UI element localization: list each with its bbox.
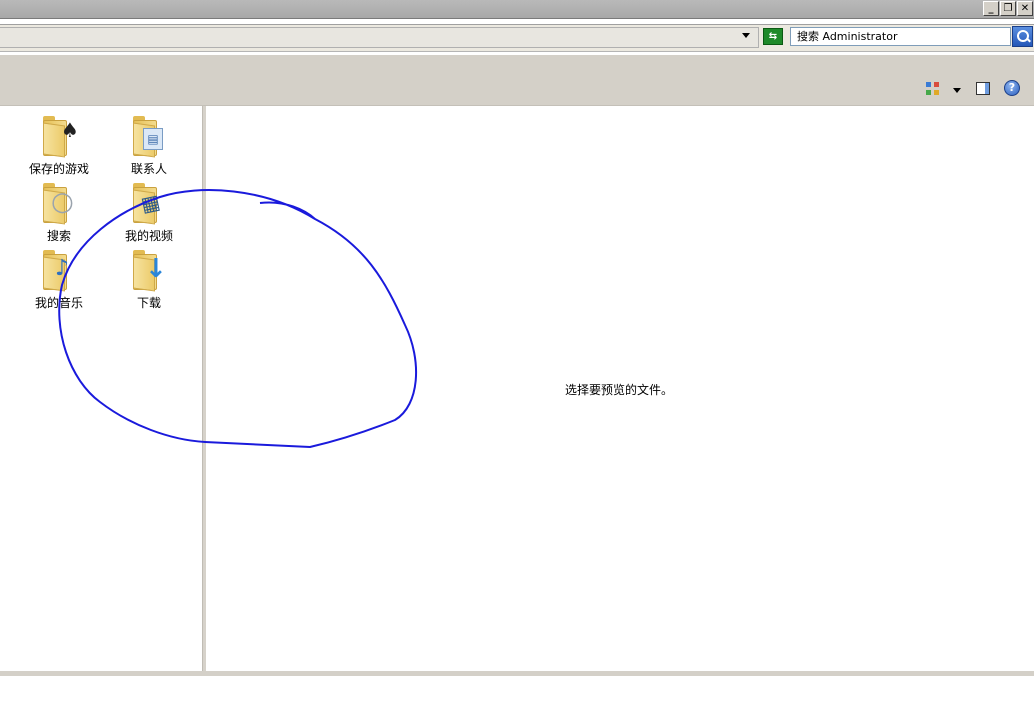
title-bar: _ ❐ ✕ bbox=[0, 0, 1034, 19]
magnifier-glass-icon: ○ bbox=[51, 187, 74, 217]
command-toolbar: ? bbox=[0, 55, 1034, 106]
music-icon: ♪ bbox=[41, 248, 75, 292]
music-note-icon: ♪ bbox=[55, 256, 70, 281]
window-controls: _ ❐ ✕ bbox=[983, 0, 1034, 17]
saved-games-icon: ♠ bbox=[41, 114, 79, 158]
folder-saved-games[interactable]: ♠ 保存的游戏 bbox=[19, 114, 99, 180]
refresh-button[interactable]: ⇆ bbox=[763, 28, 783, 45]
preview-pane: 选择要预览的文件。 bbox=[206, 106, 1034, 671]
folder-label: 我的视频 bbox=[124, 229, 173, 243]
contacts-icon: ▤ bbox=[131, 114, 165, 158]
file-list-pane: ♠ 保存的游戏 ▤ 联系人 ○ 搜索 ▦ 我的视频 ♪ 我的音乐 ↓ 下载 bbox=[0, 106, 202, 671]
folder-label: 搜索 bbox=[46, 229, 71, 243]
videos-icon: ▦ bbox=[131, 181, 165, 225]
folder-label: 下载 bbox=[136, 296, 161, 310]
film-strip-icon: ▦ bbox=[138, 189, 163, 217]
preview-message: 选择要预览的文件。 bbox=[565, 383, 674, 397]
folder-searches[interactable]: ○ 搜索 bbox=[19, 181, 99, 247]
search-button[interactable] bbox=[1012, 26, 1033, 47]
views-dropdown-icon[interactable] bbox=[953, 88, 961, 93]
contact-card-icon: ▤ bbox=[143, 128, 163, 150]
views-icon[interactable] bbox=[926, 82, 940, 96]
folder-contacts[interactable]: ▤ 联系人 bbox=[109, 114, 189, 180]
preview-pane-toggle-icon[interactable] bbox=[976, 82, 990, 95]
search-input[interactable]: 搜索 Administrator bbox=[790, 27, 1011, 46]
folder-music[interactable]: ♪ 我的音乐 bbox=[19, 248, 99, 314]
address-bar: ⇆ 搜索 Administrator bbox=[0, 24, 1034, 52]
close-button[interactable]: ✕ bbox=[1017, 1, 1033, 16]
address-input[interactable] bbox=[0, 27, 759, 48]
address-dropdown-arrow-icon[interactable] bbox=[742, 33, 750, 38]
search-folder-icon: ○ bbox=[41, 181, 75, 225]
spade-icon: ♠ bbox=[61, 118, 79, 142]
folder-label: 我的音乐 bbox=[34, 296, 83, 310]
folder-downloads[interactable]: ↓ 下载 bbox=[109, 248, 189, 314]
minimize-button[interactable]: _ bbox=[983, 1, 999, 16]
downloads-icon: ↓ bbox=[131, 248, 167, 292]
magnifier-handle bbox=[1026, 37, 1031, 43]
folder-label: 保存的游戏 bbox=[28, 162, 89, 176]
restore-button[interactable]: ❐ bbox=[1000, 1, 1016, 16]
status-bar bbox=[0, 671, 1034, 676]
folder-videos[interactable]: ▦ 我的视频 bbox=[109, 181, 189, 247]
folder-label: 联系人 bbox=[130, 162, 167, 176]
download-arrow-icon: ↓ bbox=[145, 254, 167, 284]
help-button[interactable]: ? bbox=[1004, 80, 1020, 96]
